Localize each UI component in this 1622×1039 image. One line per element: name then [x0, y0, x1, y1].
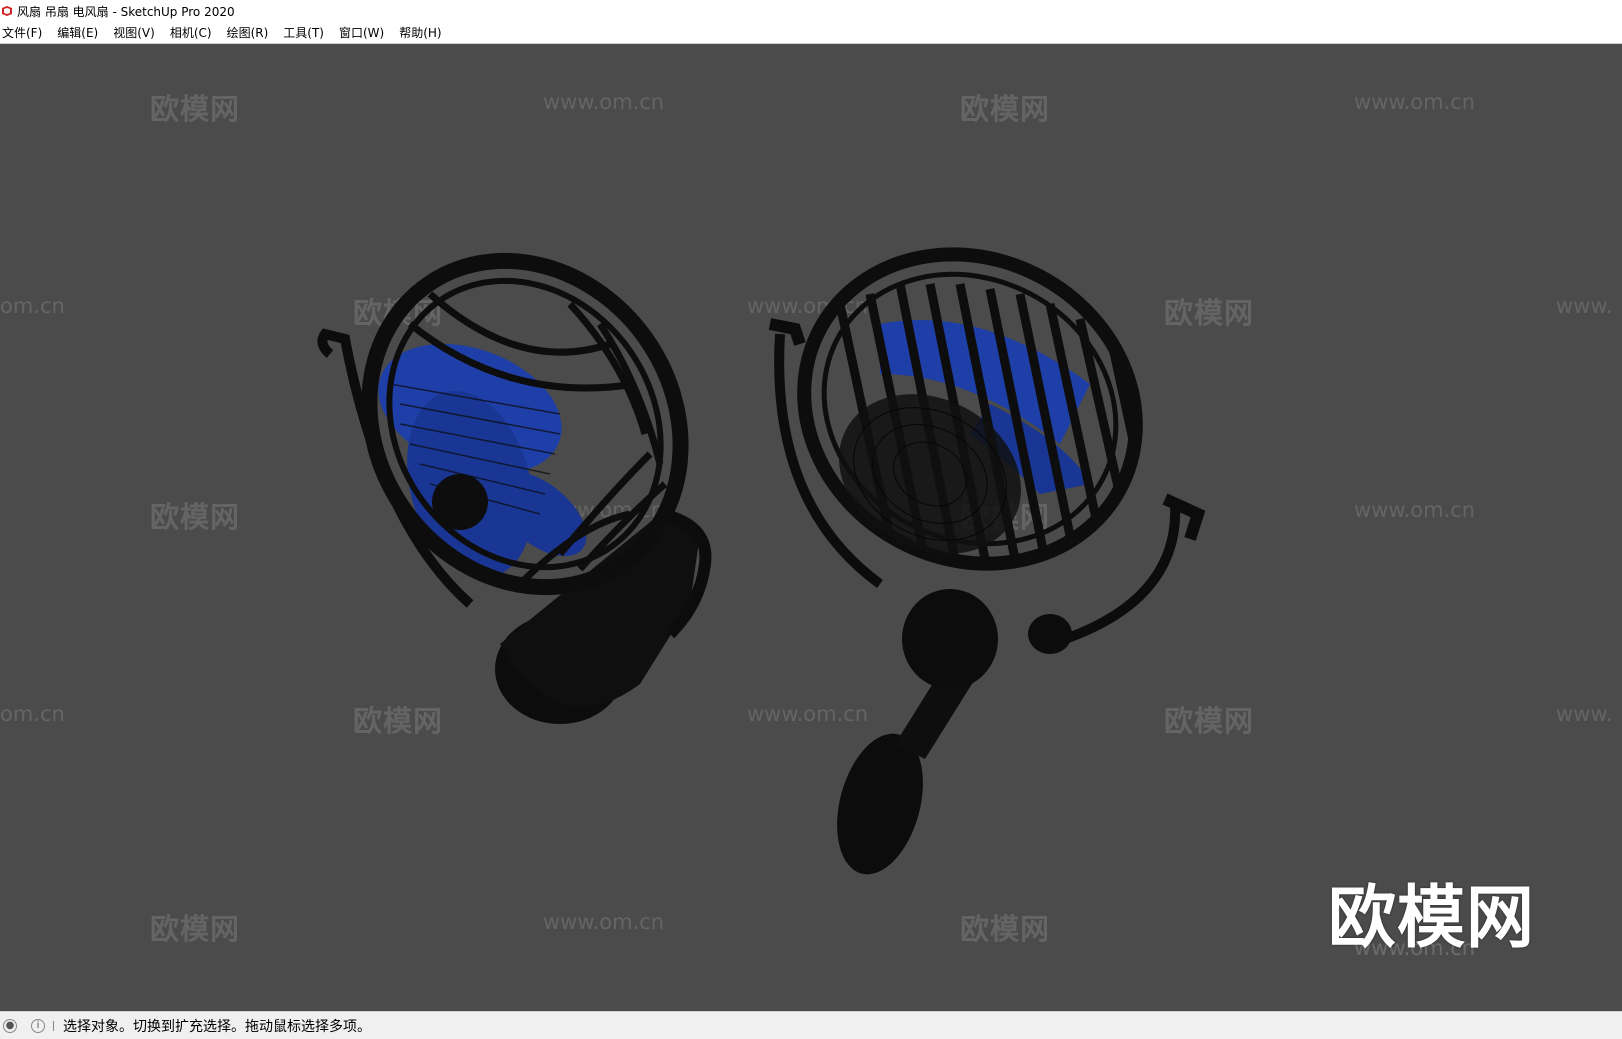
watermark: www.om.cn: [1354, 936, 1476, 960]
title-bar: 风扇 吊扇 电风扇 - SketchUp Pro 2020: [0, 0, 1622, 22]
status-separator: [53, 1020, 54, 1031]
menu-window[interactable]: 窗口(W): [337, 24, 391, 41]
menu-view[interactable]: 视图(V): [111, 24, 162, 41]
menu-bar: 文件(F) 编辑(E) 视图(V) 相机(C) 绘图(R) 工具(T) 窗口(W…: [0, 22, 1622, 44]
sketchup-logo-icon: [2, 6, 12, 16]
left-fan-model[interactable]: [306, 200, 743, 724]
status-message: 选择对象。切换到扩充选择。拖动鼠标选择多项。: [63, 1018, 371, 1035]
info-icon[interactable]: i: [31, 1018, 45, 1033]
model-viewport[interactable]: 欧模网 www.om.cn 欧模网 www.om.cn om.cn 欧模网 ww…: [0, 44, 1622, 1011]
menu-draw[interactable]: 绘图(R): [225, 24, 276, 41]
menu-tools[interactable]: 工具(T): [281, 24, 331, 41]
menu-help[interactable]: 帮助(H): [397, 24, 448, 41]
menu-file[interactable]: 文件(F): [0, 24, 49, 41]
menu-camera[interactable]: 相机(C): [168, 24, 219, 41]
status-bar: ● i 选择对象。切换到扩充选择。拖动鼠标选择多项。: [0, 1011, 1622, 1039]
menu-edit[interactable]: 编辑(E): [55, 24, 105, 41]
right-fan-model[interactable]: [749, 197, 1206, 884]
location-pin-icon[interactable]: ●: [3, 1018, 17, 1033]
window-title: 风扇 吊扇 电风扇 - SketchUp Pro 2020: [17, 4, 235, 19]
